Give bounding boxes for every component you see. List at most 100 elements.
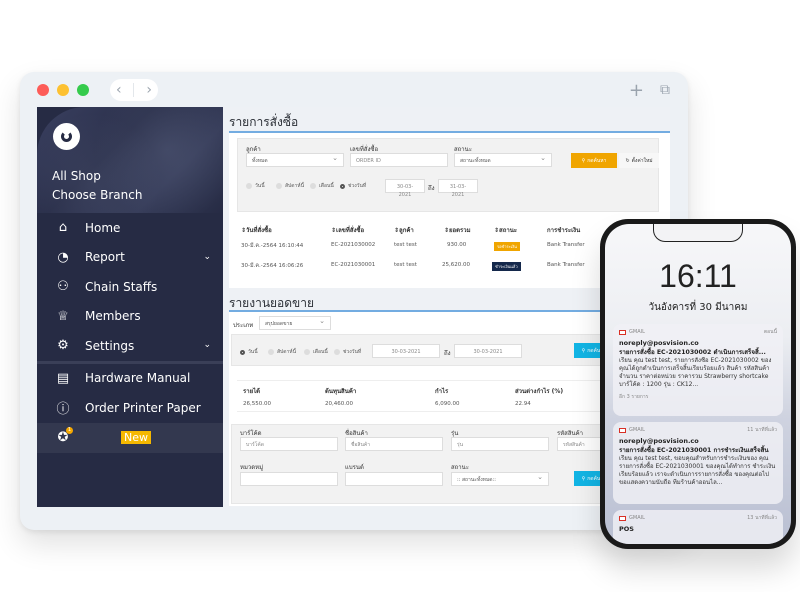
app-logo[interactable]	[53, 123, 80, 150]
radio-date-range[interactable]: ช่วงวันที่	[334, 348, 361, 356]
radio-label: เดือนนี้	[319, 183, 334, 189]
brand-label: แบรนด์	[345, 464, 364, 471]
sidebar-item-settings[interactable]: ⚙ Settings ⌄	[37, 331, 223, 361]
customer-select[interactable]: ทั้งหมด	[246, 153, 344, 167]
date-from-value: 30-03-2021	[396, 184, 414, 198]
col-header-label: ยอดรวม	[449, 227, 471, 234]
order-no[interactable]: EC-2021030002	[331, 242, 375, 248]
radio-month[interactable]: เดือนนี้	[304, 348, 328, 356]
col-header-order-no[interactable]: ⇕เลขที่สั่งซื้อ	[331, 225, 364, 235]
product-status-select[interactable]: :: สถานะทั้งหมด::	[451, 472, 549, 486]
col-header-label: สถานะ	[499, 227, 518, 234]
col-header-status[interactable]: ⇕สถานะ	[494, 225, 517, 235]
more-notifications-link[interactable]: อีก 3 รายการ	[619, 393, 777, 401]
sidebar-header: All Shop Choose Branch	[37, 107, 223, 213]
model-placeholder: รุ่น	[457, 442, 464, 448]
radio-circle	[310, 183, 316, 189]
col-header-label: ลูกค้า	[399, 227, 414, 234]
order-customer: test test	[394, 242, 417, 248]
brand-input[interactable]	[345, 472, 443, 486]
notification-card[interactable]: GMAIL 13 นาทีที่แล้ว POS	[613, 510, 783, 544]
sidebar-item-label: Hardware Manual	[85, 371, 191, 386]
new-tab-button[interactable]: +	[629, 80, 644, 101]
chevron-down-icon[interactable]: ⌄	[203, 252, 211, 262]
sidebar-item-new[interactable]: ✪ 1 New	[37, 422, 223, 453]
category-input[interactable]	[240, 472, 338, 486]
nav-buttons: ‹ ›	[110, 79, 158, 101]
chevron-down-icon[interactable]: ⌄	[203, 340, 211, 350]
sidebar-item-label: Chain Staffs	[85, 279, 158, 294]
date-from-value: 30-03-2021	[391, 349, 421, 355]
order-total: 930.00	[447, 242, 467, 248]
status-select-value: สถานะทั้งหมด	[460, 158, 491, 164]
notification-sender: POS	[619, 525, 634, 533]
type-label: ประเภท	[233, 322, 254, 329]
date-to-value: 31-03-2021	[449, 184, 467, 198]
col-header-total[interactable]: ⇕ยอดรวม	[444, 225, 471, 235]
notification-subject: รายการสั่งซื้อ EC-2021030002 ดำเนินการเส…	[619, 349, 766, 356]
margin-value: 22.94	[515, 401, 531, 407]
radio-circle-selected	[340, 183, 345, 189]
product-name-input[interactable]: ชื่อสินค้า	[345, 437, 443, 451]
orders-date-to[interactable]: 31-03-2021	[438, 179, 478, 198]
notification-card[interactable]: GMAIL 11 นาทีที่แล้ว noreply@posvision.c…	[613, 422, 783, 504]
notification-time: 13 นาทีที่แล้ว	[747, 515, 777, 521]
radio-week[interactable]: สัปดาห์นี้	[276, 182, 304, 190]
sidebar-item-home[interactable]: ⌂ Home	[37, 213, 223, 243]
notification-count-badge: 1	[66, 426, 73, 434]
notification-app: GMAIL	[619, 427, 645, 433]
sidebar-item-order-printer-paper[interactable]: ⓘ Order Printer Paper	[37, 393, 223, 423]
col-header-customer[interactable]: ⇕ลูกค้า	[394, 225, 414, 235]
back-button[interactable]: ‹	[116, 79, 122, 101]
order-no[interactable]: EC-2021030001	[331, 262, 375, 268]
maximize-window-button[interactable]	[77, 84, 89, 96]
close-window-button[interactable]	[37, 84, 49, 96]
radio-week[interactable]: สัปดาห์นี้	[268, 348, 296, 356]
radio-today[interactable]: วันนี้	[240, 348, 258, 356]
model-input[interactable]: รุ่น	[451, 437, 549, 451]
status-select[interactable]: สถานะทั้งหมด	[454, 153, 552, 167]
cost-value: 20,460.00	[325, 401, 353, 407]
order-customer: test test	[394, 262, 417, 268]
orders-reset-button[interactable]: ↻ ตั้งค่าใหม่	[619, 153, 659, 168]
barcode-input[interactable]: บาร์โค้ด	[240, 437, 338, 451]
sidebar-item-report[interactable]: ◔ Report ⌄	[37, 243, 223, 273]
book-icon: ▤	[56, 370, 70, 386]
forward-button[interactable]: ›	[146, 79, 152, 101]
notification-card[interactable]: GMAIL ตอนนี้ noreply@posvision.co รายการ…	[613, 324, 783, 416]
profit-value: 6,090.00	[435, 401, 460, 407]
orders-date-from[interactable]: 30-03-2021	[385, 179, 425, 198]
minimize-window-button[interactable]	[57, 84, 69, 96]
sales-date-from[interactable]: 30-03-2021	[372, 344, 440, 358]
radio-circle	[246, 183, 252, 189]
order-no-input[interactable]: ORDER ID	[350, 153, 448, 167]
order-no-placeholder: ORDER ID	[356, 158, 381, 164]
radio-today[interactable]: วันนี้	[246, 182, 265, 190]
sidebar: All Shop Choose Branch ⌂ Home ◔ Report ⌄ ⚇ C…	[37, 107, 223, 507]
info-icon: ⓘ	[56, 402, 70, 418]
radio-month[interactable]: เดือนนี้	[310, 182, 334, 190]
choose-branch-link[interactable]: Choose Branch	[52, 186, 142, 205]
type-select[interactable]: สรุปยอดขาย	[259, 316, 331, 330]
order-payment: Bank Transfer	[547, 242, 585, 248]
phone-mockup: 16:11 วันอังคารที่ 30 มีนาคม GMAIL ตอนนี…	[600, 219, 796, 549]
sidebar-item-hardware-manual[interactable]: ▤ Hardware Manual	[37, 364, 223, 394]
sidebar-item-label: Order Printer Paper	[85, 400, 201, 415]
col-header-order-date[interactable]: ⇕วันที่สั่งซื้อ	[241, 225, 272, 235]
sales-date-to[interactable]: 30-03-2021	[454, 344, 522, 358]
phone-notch	[653, 224, 743, 242]
reset-button-label: ตั้งค่าใหม่	[631, 157, 653, 164]
orders-search-button[interactable]: ⚲ กดค้นหา	[571, 153, 617, 168]
radio-label: สัปดาห์นี้	[277, 349, 296, 355]
lock-screen-time: 16:11	[659, 258, 737, 294]
logo-icon	[61, 131, 72, 142]
notification-sender: noreply@posvision.co	[619, 437, 699, 445]
radio-circle	[276, 183, 282, 189]
sidebar-item-chain-staffs[interactable]: ⚇ Chain Staffs	[37, 272, 223, 302]
app-name: GMAIL	[629, 329, 645, 335]
radio-label: ช่วงวันที่	[348, 183, 367, 189]
sidebar-item-members[interactable]: ♕ Members	[37, 302, 223, 332]
radio-date-range[interactable]: ช่วงวันที่	[340, 182, 366, 190]
tabs-overview-button[interactable]: ⧉	[660, 80, 670, 101]
window-controls	[37, 84, 89, 96]
